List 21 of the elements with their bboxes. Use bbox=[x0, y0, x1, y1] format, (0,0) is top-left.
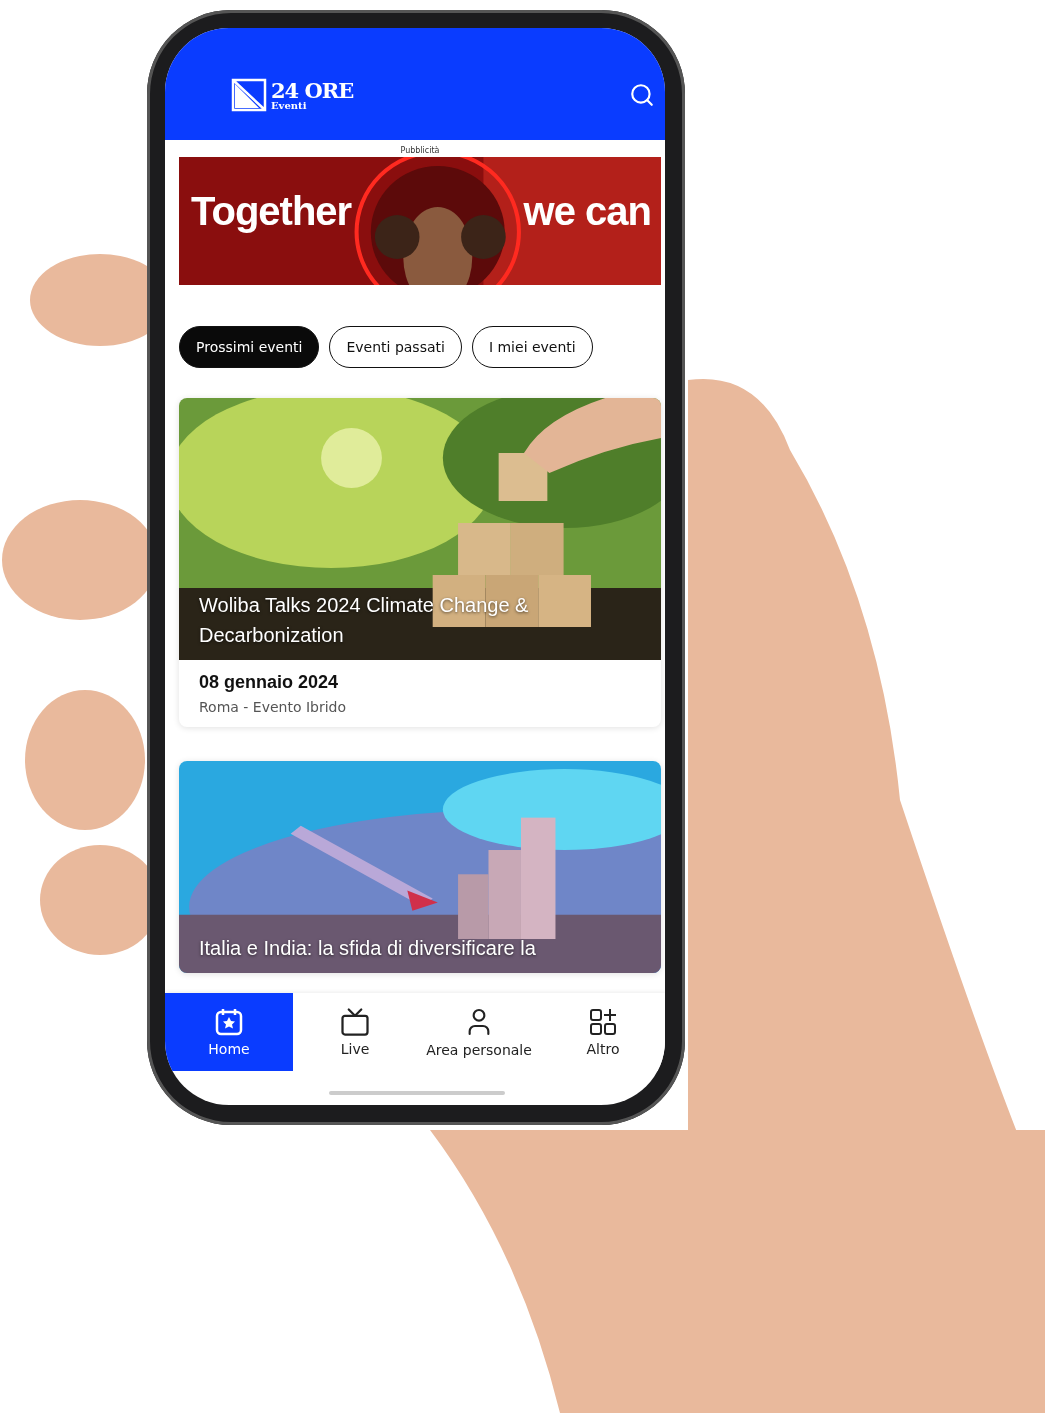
event-card[interactable]: Italia e India: la sfida di diversificare la bbox=[179, 761, 661, 973]
event-date: 08 gennaio 2024 bbox=[199, 672, 340, 693]
nav-tab[interactable]: Altro bbox=[541, 993, 665, 1071]
event-title: Woliba Talks 2024 Climate Change & Decarbonization bbox=[199, 593, 530, 648]
filter-tab[interactable]: I miei eventi bbox=[471, 326, 593, 368]
filter-tab[interactable]: Prossimi eventi bbox=[179, 326, 320, 368]
ad-headline: Together bbox=[191, 189, 352, 234]
logo-title: 24 ORE bbox=[271, 79, 354, 101]
logo-subtitle: Eventi bbox=[271, 100, 308, 111]
search-icon bbox=[629, 82, 655, 108]
ad-label: Pubblicità bbox=[400, 146, 440, 155]
nav-tab[interactable]: Home bbox=[165, 993, 293, 1071]
filter-tab[interactable]: Eventi passati bbox=[329, 326, 462, 368]
event-location: Roma - Evento Ibrido bbox=[199, 699, 348, 715]
tv-icon bbox=[340, 1007, 370, 1037]
event-card[interactable]: Woliba Talks 2024 Climate Change & Decarbonization 08 gennaio 2024 Roma - Evento Ibrido bbox=[179, 398, 661, 727]
ad-headline: we can bbox=[523, 189, 651, 234]
grid-plus-icon bbox=[588, 1007, 618, 1037]
event-title: Italia e India: la sfida di diversificare la bbox=[199, 936, 537, 961]
logo-icon bbox=[231, 78, 267, 112]
ad-banner[interactable]: Together we can bbox=[179, 157, 661, 285]
